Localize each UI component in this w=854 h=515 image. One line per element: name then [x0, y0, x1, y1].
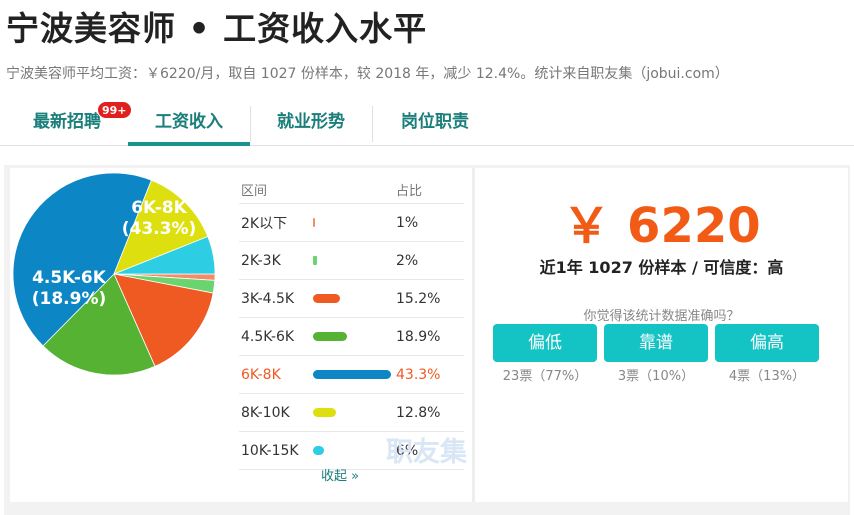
row-bar	[313, 294, 340, 303]
table-row: 2K-3K 2%	[239, 242, 464, 280]
header-percent: 占比	[396, 184, 423, 199]
row-range: 4.5K-6K	[241, 328, 295, 345]
tab-job-duties[interactable]: 岗位职责	[380, 100, 490, 146]
collapse-link[interactable]: 收起 »	[321, 465, 359, 484]
row-bar	[313, 256, 317, 265]
vote-high-button[interactable]: 偏高	[715, 324, 819, 362]
tab-employment[interactable]: 就业形势	[258, 100, 364, 146]
row-range: 2K-3K	[241, 252, 281, 269]
row-bar	[313, 218, 315, 227]
header-range: 区间	[241, 184, 268, 199]
row-percent: 2%	[396, 252, 419, 269]
sample-credibility: 近1年 1027 份样本 / 可信度：高	[539, 258, 784, 277]
row-range: 10K-15K	[241, 442, 299, 459]
pie-label-pct: (18.9%)	[31, 289, 107, 309]
row-percent: 1%	[396, 214, 419, 231]
vote-low-button[interactable]: 偏低	[493, 324, 597, 362]
table-row: 6K-8K 43.3%	[239, 356, 464, 394]
tab-divider	[250, 106, 251, 142]
row-percent: 18.9%	[396, 328, 441, 345]
distribution-card: 6K-8K (43.3%) 4.5K-6K (18.9%) 区间 占比 2K以下…	[10, 168, 472, 502]
tab-divider	[372, 106, 373, 142]
distribution-table: 区间 占比 2K以下 1% 2K-3K 2% 3K-4.5K 15.2% 4.5K-6K 18…	[239, 176, 464, 470]
table-row: 3K-4.5K 15.2%	[239, 280, 464, 318]
pie-label-name: 4.5K-6K	[32, 268, 106, 288]
table-row: 8K-10K 12.8%	[239, 394, 464, 432]
row-range: 2K以下	[241, 215, 288, 232]
watermark-logo: 职友集	[386, 437, 467, 468]
salary-panel: 6K-8K (43.3%) 4.5K-6K (18.9%) 区间 占比 2K以下…	[4, 165, 850, 515]
row-bar	[313, 332, 347, 341]
table-row: 4.5K-6K 18.9%	[239, 318, 464, 356]
page-title: 宁波美容师 • 工资收入水平	[6, 9, 428, 48]
row-range: 6K-8K	[241, 366, 281, 383]
vote-accurate-count: 3票（10%）	[617, 369, 695, 384]
row-range: 8K-10K	[241, 404, 290, 421]
average-salary: ￥ 6220	[562, 198, 761, 254]
vote-high-count: 4票（13%）	[728, 369, 806, 384]
pie-label-4.5k-6k: 4.5K-6K (18.9%)	[24, 268, 114, 310]
pie-label-6k-8k: 6K-8K (43.3%)	[94, 198, 224, 240]
tab-salary[interactable]: 工资收入	[128, 100, 250, 146]
summary-card: ￥ 6220 近1年 1027 份样本 / 可信度：高 你觉得该统计数据准确吗？…	[472, 168, 848, 502]
row-bar	[313, 446, 324, 455]
row-percent: 12.8%	[396, 404, 441, 421]
pie-label-name: 6K-8K	[131, 198, 187, 218]
accuracy-question: 你觉得该统计数据准确吗？	[583, 309, 740, 324]
pie-label-pct: (43.3%)	[121, 219, 197, 239]
row-percent: 43.3%	[396, 366, 441, 383]
vote-accurate-button[interactable]: 靠谱	[604, 324, 708, 362]
row-bar	[313, 370, 391, 379]
row-range: 3K-4.5K	[241, 290, 295, 307]
vote-low-count: 23票（77%）	[502, 369, 588, 384]
table-header: 区间 占比	[239, 176, 464, 204]
table-row: 2K以下 1%	[239, 204, 464, 242]
row-percent: 15.2%	[396, 290, 441, 307]
row-bar	[313, 408, 336, 417]
page-subtitle: 宁波美容师平均工资：￥6220/月，取自 1027 份样本，较 2018 年，减…	[6, 66, 729, 82]
new-jobs-badge: 99+	[97, 101, 132, 119]
